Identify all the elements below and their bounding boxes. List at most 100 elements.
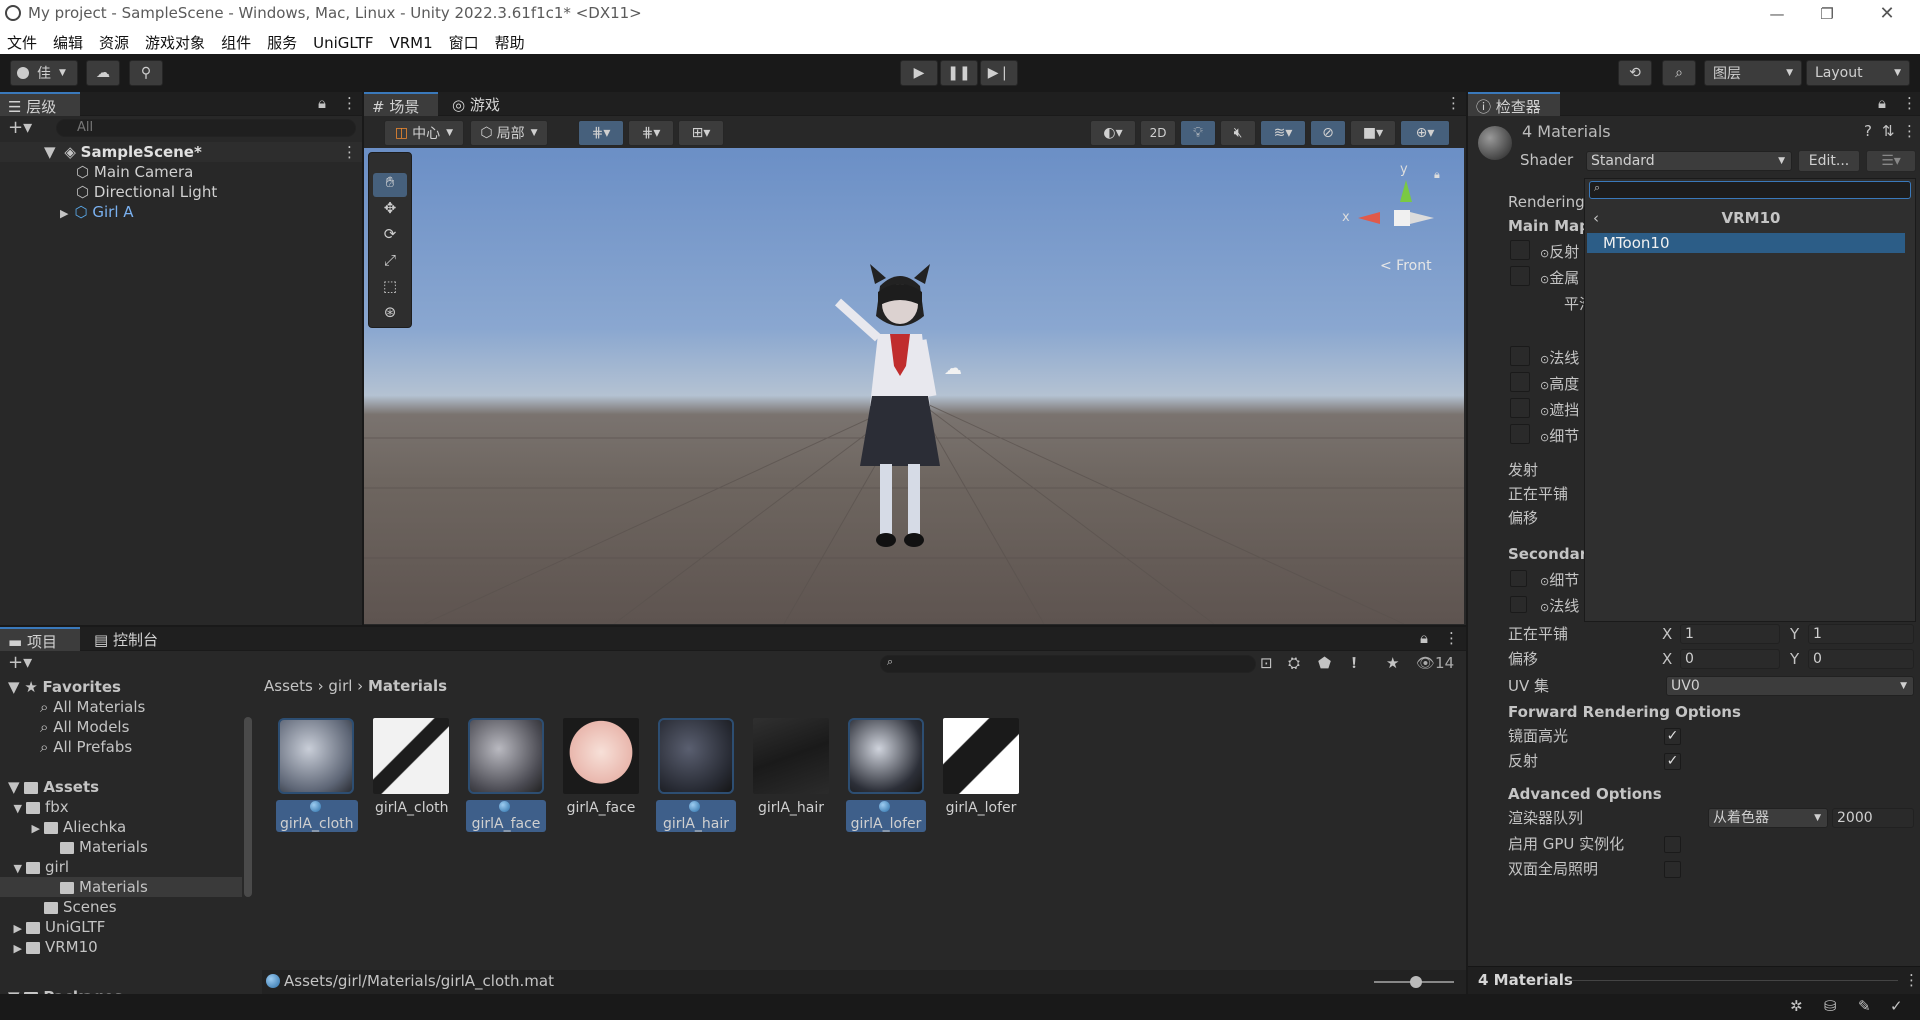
tab-project[interactable]: ▬ 项目: [0, 627, 80, 651]
camera-dropdown[interactable]: ■▾: [1350, 120, 1396, 146]
scale-tool-button[interactable]: ⤢: [373, 251, 407, 275]
icon-size-slider[interactable]: [1374, 976, 1454, 988]
history-button[interactable]: ⟲: [1618, 60, 1652, 86]
space-dropdown[interactable]: ⬡ 局部 ▼: [470, 120, 548, 146]
debug-icon[interactable]: ✲: [1790, 997, 1803, 1015]
settings-icon[interactable]: ⇅: [1882, 122, 1895, 140]
hierarchy-item[interactable]: ⬡ Directional Light: [0, 182, 362, 202]
tiling2-y-input[interactable]: 1: [1808, 624, 1914, 644]
audio-toggle[interactable]: 🔇︎: [1220, 120, 1256, 146]
tree-scrollbar[interactable]: [244, 717, 252, 897]
restore-icon[interactable]: ❐: [1812, 0, 1842, 29]
gpu-instancing-checkbox[interactable]: [1664, 836, 1681, 853]
menu-item-8[interactable]: 窗口: [442, 29, 488, 53]
increment-snap-button[interactable]: ⋕▾: [628, 120, 674, 146]
tree-folder[interactable]: ▶ UniGLTF: [0, 917, 242, 937]
tab-scene[interactable]: # 场景: [364, 92, 438, 116]
hierarchy-item[interactable]: ⬡ Main Camera: [0, 162, 362, 182]
layers-dropdown[interactable]: 图层 ▼: [1704, 60, 1802, 86]
lock-icon[interactable]: 🔒︎: [1434, 168, 1440, 182]
asset-item[interactable]: girlA_lofer: [846, 718, 926, 832]
kebab-menu-icon[interactable]: ⋮: [1902, 94, 1917, 112]
pick-icon[interactable]: ⊙: [1540, 431, 1549, 444]
expand-arrow-icon[interactable]: ▶: [0, 819, 44, 839]
hierarchy-scene-row[interactable]: ▼ ◈ SampleScene* ⋮: [0, 142, 362, 162]
help-icon[interactable]: ?: [1864, 122, 1872, 140]
texture-slot[interactable]: [1510, 372, 1530, 392]
breadcrumb-item[interactable]: Materials: [368, 677, 447, 695]
specular-checkbox[interactable]: ✓: [1664, 728, 1681, 745]
mode-2d-button[interactable]: 2D: [1140, 120, 1176, 146]
texture-slot[interactable]: [1510, 398, 1530, 418]
hierarchy-search-input[interactable]: All: [56, 119, 356, 137]
double-sided-gi-checkbox[interactable]: [1664, 861, 1681, 878]
texture-slot[interactable]: [1510, 424, 1530, 444]
expand-arrow-icon[interactable]: ▶: [0, 939, 26, 959]
texture-slot[interactable]: [1510, 596, 1527, 613]
character-model[interactable]: [820, 256, 980, 576]
tree-folder[interactable]: Scenes: [0, 897, 242, 917]
breadcrumb-item[interactable]: girl: [328, 677, 352, 695]
expand-arrow-icon[interactable]: ▼: [0, 859, 26, 879]
pivot-dropdown[interactable]: ◫ 中心 ▼: [384, 120, 464, 146]
texture-slot[interactable]: [1510, 570, 1527, 587]
texture-slot[interactable]: [1510, 240, 1530, 260]
offset2-y-input[interactable]: 0: [1808, 649, 1914, 669]
account-button[interactable]: 佳 ▼: [10, 60, 78, 86]
favorite-item[interactable]: ⌕ All Materials: [40, 697, 145, 717]
pick-icon[interactable]: ⊙: [1540, 601, 1549, 614]
ruler-button[interactable]: ⊞▾: [678, 120, 724, 146]
menu-item-2[interactable]: 资源: [92, 29, 138, 53]
favorite-item[interactable]: ⌕ All Models: [40, 717, 129, 737]
step-button[interactable]: ▶❘: [980, 60, 1018, 86]
tree-folder[interactable]: ▼ fbx: [0, 797, 242, 817]
move-tool-button[interactable]: ✥: [373, 199, 407, 223]
tiling2-x-input[interactable]: 1: [1680, 624, 1780, 644]
effects-dropdown[interactable]: ≋▾: [1260, 120, 1306, 146]
minimize-icon[interactable]: —: [1762, 0, 1792, 29]
menu-item-3[interactable]: 游戏对象: [138, 29, 214, 53]
sun-icon[interactable]: ☁: [944, 358, 962, 379]
asset-item[interactable]: girlA_face: [561, 718, 641, 816]
render-queue-dropdown[interactable]: 从着色器 ▼: [1708, 808, 1828, 828]
tree-folder[interactable]: ▼ girl: [0, 857, 242, 877]
star-icon[interactable]: ★: [1386, 654, 1399, 672]
pick-icon[interactable]: ⊙: [1540, 575, 1549, 588]
shader-dropdown[interactable]: Standard ▼: [1586, 151, 1792, 171]
tree-folder[interactable]: Materials: [0, 877, 242, 897]
offset2-x-input[interactable]: 0: [1680, 649, 1780, 669]
render-queue-input[interactable]: 2000: [1832, 808, 1914, 828]
collab-button[interactable]: ⚲: [129, 60, 163, 86]
shader-options-button[interactable]: ☰▾: [1866, 150, 1916, 172]
lock-icon[interactable]: 🔒︎: [1878, 94, 1886, 112]
tab-inspector[interactable]: ⓘ 检查器: [1468, 92, 1560, 116]
pick-icon[interactable]: ⊙: [1540, 405, 1549, 418]
pick-icon[interactable]: ⊙: [1540, 247, 1549, 260]
check-icon[interactable]: ✓: [1890, 997, 1903, 1015]
asset-item[interactable]: girlA_hair: [656, 718, 736, 832]
lock-icon[interactable]: 🔒︎: [1420, 629, 1428, 647]
gizmos-dropdown[interactable]: ⊕▾: [1400, 120, 1450, 146]
slider-thumb[interactable]: [1410, 976, 1422, 988]
kebab-menu-icon[interactable]: ⋮: [342, 142, 357, 162]
visibility-toggle[interactable]: ⊘: [1310, 120, 1346, 146]
close-icon[interactable]: ✕: [1872, 0, 1902, 29]
rotate-tool-button[interactable]: ⟳: [373, 225, 407, 249]
tab-console[interactable]: ▤ 控制台: [86, 627, 176, 651]
expand-arrow-icon[interactable]: ▶: [0, 919, 26, 939]
menu-item-6[interactable]: UniGLTF: [306, 31, 382, 52]
kebab-menu-icon[interactable]: ⋮: [342, 94, 357, 112]
asset-item[interactable]: girlA_cloth: [276, 718, 358, 832]
filter-type-icon[interactable]: ⛭: [1288, 654, 1300, 672]
menu-item-7[interactable]: VRM1: [382, 31, 441, 52]
expand-arrow-icon[interactable]: ▼: [0, 799, 26, 819]
menu-item-4[interactable]: 组件: [214, 29, 260, 53]
expand-arrow-icon[interactable]: ▶: [60, 207, 68, 220]
tab-game[interactable]: ◎ 游戏: [444, 92, 518, 116]
texture-slot[interactable]: [1510, 346, 1530, 366]
shading-dropdown[interactable]: ◐▾: [1090, 120, 1136, 146]
grid-snap-button[interactable]: ⋕▾: [578, 120, 624, 146]
assets-header[interactable]: ▼ Assets: [8, 777, 99, 797]
pick-icon[interactable]: ⊙: [1540, 379, 1549, 392]
favorites-header[interactable]: ▼ ★ Favorites: [8, 677, 121, 697]
